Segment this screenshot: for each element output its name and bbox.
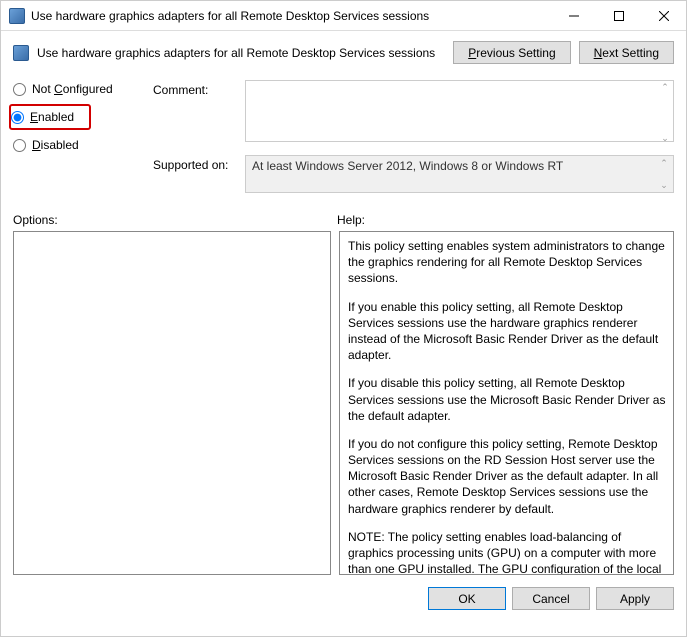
fields-column: Comment: ⌃⌄ Supported on: At least Windo… [153,80,674,203]
comment-row: Comment: ⌃⌄ [153,80,674,145]
window-controls [551,1,686,30]
apply-button[interactable]: Apply [596,587,674,610]
help-paragraph: If you disable this policy setting, all … [348,375,669,424]
supported-value-box: At least Windows Server 2012, Windows 8 … [245,155,674,193]
radio-not-configured-label: Not Configured [32,82,113,96]
help-paragraph: If you do not configure this policy sett… [348,436,669,517]
radio-enabled-input[interactable] [11,111,24,124]
comment-label: Comment: [153,80,235,97]
config-area: Not Configured Enabled Disabled Comment:… [1,70,686,207]
enabled-highlight-box: Enabled [9,104,91,130]
minimize-button[interactable] [551,1,596,30]
comment-input[interactable] [245,80,674,142]
previous-setting-button[interactable]: Previous Setting [453,41,570,64]
panels: This policy setting enables system admin… [1,231,686,575]
help-paragraph: If you enable this policy setting, all R… [348,299,669,364]
radio-not-configured[interactable]: Not Configured [13,82,141,96]
radio-enabled-label: Enabled [30,110,74,124]
policy-title: Use hardware graphics adapters for all R… [37,46,445,60]
supported-label: Supported on: [153,155,235,172]
close-button[interactable] [641,1,686,30]
titlebar: Use hardware graphics adapters for all R… [1,1,686,31]
app-icon [9,8,25,24]
policy-icon [13,45,29,61]
radio-enabled[interactable]: Enabled [11,110,74,124]
radio-disabled-input[interactable] [13,139,26,152]
help-panel[interactable]: This policy setting enables system admin… [339,231,674,575]
radio-column: Not Configured Enabled Disabled [13,80,141,203]
supported-scroll: ⌃⌄ [656,157,672,191]
supported-value: At least Windows Server 2012, Windows 8 … [252,159,563,173]
supported-row: Supported on: At least Windows Server 20… [153,155,674,193]
header-row: Use hardware graphics adapters for all R… [1,31,686,70]
options-label: Options: [13,213,337,227]
button-row: OK Cancel Apply [1,575,686,610]
help-paragraph: NOTE: The policy setting enables load-ba… [348,529,669,575]
help-label: Help: [337,213,365,227]
next-setting-button[interactable]: Next Setting [579,41,674,64]
cancel-button[interactable]: Cancel [512,587,590,610]
radio-not-configured-input[interactable] [13,83,26,96]
window-title: Use hardware graphics adapters for all R… [31,9,551,23]
options-panel [13,231,331,575]
panels-labels: Options: Help: [1,207,686,231]
radio-disabled[interactable]: Disabled [13,138,141,152]
maximize-button[interactable] [596,1,641,30]
help-paragraph: This policy setting enables system admin… [348,238,669,287]
radio-disabled-label: Disabled [32,138,79,152]
ok-button[interactable]: OK [428,587,506,610]
